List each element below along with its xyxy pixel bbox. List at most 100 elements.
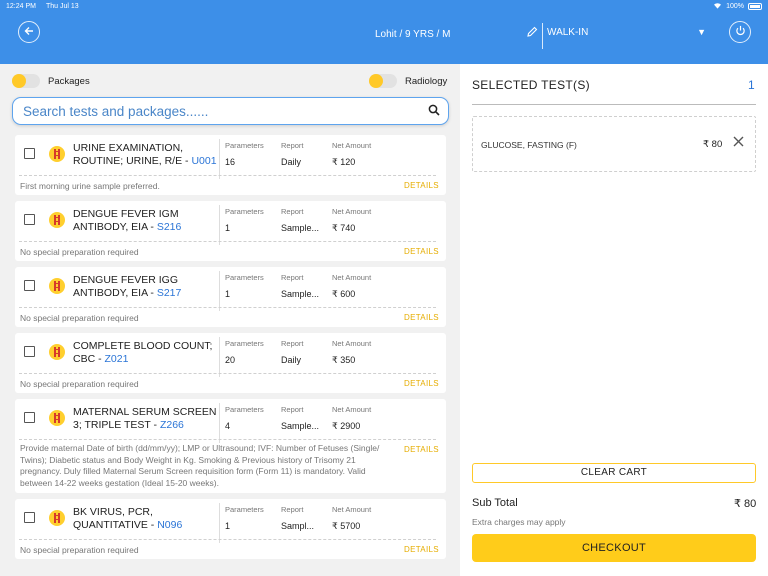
power-button[interactable]	[729, 21, 751, 43]
parameters-value: 1	[225, 521, 231, 531]
test-code: N096	[157, 519, 183, 531]
extra-charges-note: Extra charges may apply	[472, 517, 566, 527]
test-checkbox[interactable]	[24, 346, 35, 357]
test-name: MATERNAL SERUM SCREEN 3; TRIPLE TEST - Z…	[73, 406, 217, 431]
test-tube-icon	[49, 146, 65, 162]
net-amount-header: Net Amount	[332, 405, 372, 414]
details-link[interactable]: DETAILS	[404, 247, 439, 256]
power-icon	[735, 25, 746, 39]
report-header: Report	[281, 273, 304, 282]
pencil-icon[interactable]	[526, 26, 538, 41]
test-name: BK VIRUS, PCR, QUANTITATIVE - N096	[73, 506, 183, 531]
checkout-button[interactable]: CHECKOUT	[472, 534, 756, 562]
report-value: Sample...	[281, 223, 320, 233]
test-name: URINE EXAMINATION, ROUTINE; URINE, R/E -…	[73, 142, 217, 167]
net-amount-header: Net Amount	[332, 273, 372, 282]
prep-note: No special preparation required	[20, 545, 139, 555]
test-checkbox[interactable]	[24, 512, 35, 523]
report-value: Daily	[281, 157, 302, 167]
test-tube-icon	[49, 510, 65, 526]
prep-note: No special preparation required	[20, 247, 139, 257]
prep-note: No special preparation required	[20, 379, 139, 389]
net-amount-value: ₹ 600	[332, 289, 356, 299]
radiology-label: Radiology	[405, 76, 448, 87]
net-amount-header: Net Amount	[332, 505, 372, 514]
patient-info: Lohit / 9 YRS / M	[375, 29, 451, 40]
test-tube-icon	[49, 278, 65, 294]
parameters-header: Parameters	[225, 405, 264, 414]
back-button[interactable]	[18, 21, 40, 43]
parameters-header: Parameters	[225, 339, 264, 348]
search-input[interactable]: Search tests and packages......	[12, 97, 449, 125]
packages-toggle[interactable]	[12, 74, 40, 88]
battery-percent: 100%	[726, 2, 744, 10]
cart-divider	[472, 104, 756, 105]
prep-note: First morning urine sample preferred.	[20, 181, 160, 191]
test-card[interactable]: MATERNAL SERUM SCREEN 3; TRIPLE TEST - Z…	[15, 399, 446, 493]
net-amount-header: Net Amount	[332, 339, 372, 348]
details-link[interactable]: DETAILS	[404, 379, 439, 388]
cart-title: SELECTED TEST(S)	[472, 78, 590, 92]
status-bar: 12:24 PM Thu Jul 13 100%	[0, 0, 768, 12]
parameters-value: 1	[225, 223, 231, 233]
wifi-icon	[713, 2, 722, 11]
test-name: DENGUE FEVER IgM ANTIBODY, EIA - S216	[73, 208, 182, 233]
test-card[interactable]: BK VIRUS, PCR, QUANTITATIVE - N096 Param…	[15, 499, 446, 559]
subtotal-value: ₹ 80	[734, 498, 757, 510]
report-header: Report	[281, 141, 304, 150]
selected-test-item: GLUCOSE, FASTING (F) ₹ 80	[472, 116, 756, 172]
test-card[interactable]: DENGUE FEVER IgG ANTIBODY, EIA - S217 Pa…	[15, 267, 446, 327]
chevron-down-icon: ▼	[697, 27, 706, 37]
test-code: Z021	[104, 353, 129, 365]
parameters-header: Parameters	[225, 505, 264, 514]
test-checkbox[interactable]	[24, 412, 35, 423]
net-amount-header: Net Amount	[332, 207, 372, 216]
visit-type-select[interactable]: WALK-IN ▼	[547, 27, 712, 45]
radiology-toggle[interactable]	[369, 74, 397, 88]
close-icon[interactable]	[733, 134, 744, 150]
test-checkbox[interactable]	[24, 148, 35, 159]
clear-cart-button[interactable]: CLEAR CART	[472, 463, 756, 483]
app-header: Lohit / 9 YRS / M WALK-IN ▼	[0, 12, 768, 64]
test-card[interactable]: DENGUE FEVER IgM ANTIBODY, EIA - S216 Pa…	[15, 201, 446, 261]
prep-note: No special preparation required	[20, 313, 139, 323]
test-checkbox[interactable]	[24, 280, 35, 291]
parameters-value: 4	[225, 421, 231, 431]
report-header: Report	[281, 207, 304, 216]
report-header: Report	[281, 405, 304, 414]
report-header: Report	[281, 339, 304, 348]
arrow-left-icon	[24, 25, 34, 39]
search-icon[interactable]	[428, 103, 440, 116]
visit-type-value: WALK-IN	[547, 27, 589, 38]
cart-count: 1	[748, 78, 755, 92]
battery-icon	[748, 2, 762, 10]
report-value: Sample...	[281, 289, 320, 299]
test-tube-icon	[49, 410, 65, 426]
selected-test-name: GLUCOSE, FASTING (F)	[481, 140, 577, 150]
details-link[interactable]: DETAILS	[404, 445, 439, 454]
subtotal-label: Sub Total	[472, 497, 518, 509]
net-amount-value: ₹ 2900	[332, 421, 361, 431]
test-code: S217	[156, 287, 182, 299]
details-link[interactable]: DETAILS	[404, 545, 439, 554]
net-amount-value: ₹ 5700	[332, 521, 361, 531]
parameters-value: 1	[225, 289, 231, 299]
test-list-pane: Packages Radiology Search tests and pack…	[0, 64, 460, 576]
prep-note: Provide maternal Date of birth (dd/mm/yy…	[20, 443, 380, 488]
test-card[interactable]: URINE EXAMINATION, ROUTINE; URINE, R/E -…	[15, 135, 446, 195]
report-value: Sample...	[281, 421, 320, 431]
report-value: Daily	[281, 355, 302, 365]
net-amount-value: ₹ 350	[332, 355, 356, 365]
parameters-header: Parameters	[225, 141, 264, 150]
test-code: S216	[156, 221, 182, 233]
test-name: DENGUE FEVER IgG ANTIBODY, EIA - S217	[73, 274, 182, 299]
test-checkbox[interactable]	[24, 214, 35, 225]
test-code: U001	[191, 155, 217, 167]
test-card[interactable]: COMPLETE BLOOD COUNT; CBC - Z021 Paramet…	[15, 333, 446, 393]
parameters-value: 16	[225, 157, 236, 167]
details-link[interactable]: DETAILS	[404, 313, 439, 322]
cart-pane: SELECTED TEST(S) 1 GLUCOSE, FASTING (F) …	[460, 64, 768, 576]
test-code: Z266	[159, 419, 184, 431]
parameters-header: Parameters	[225, 207, 264, 216]
details-link[interactable]: DETAILS	[404, 181, 439, 190]
